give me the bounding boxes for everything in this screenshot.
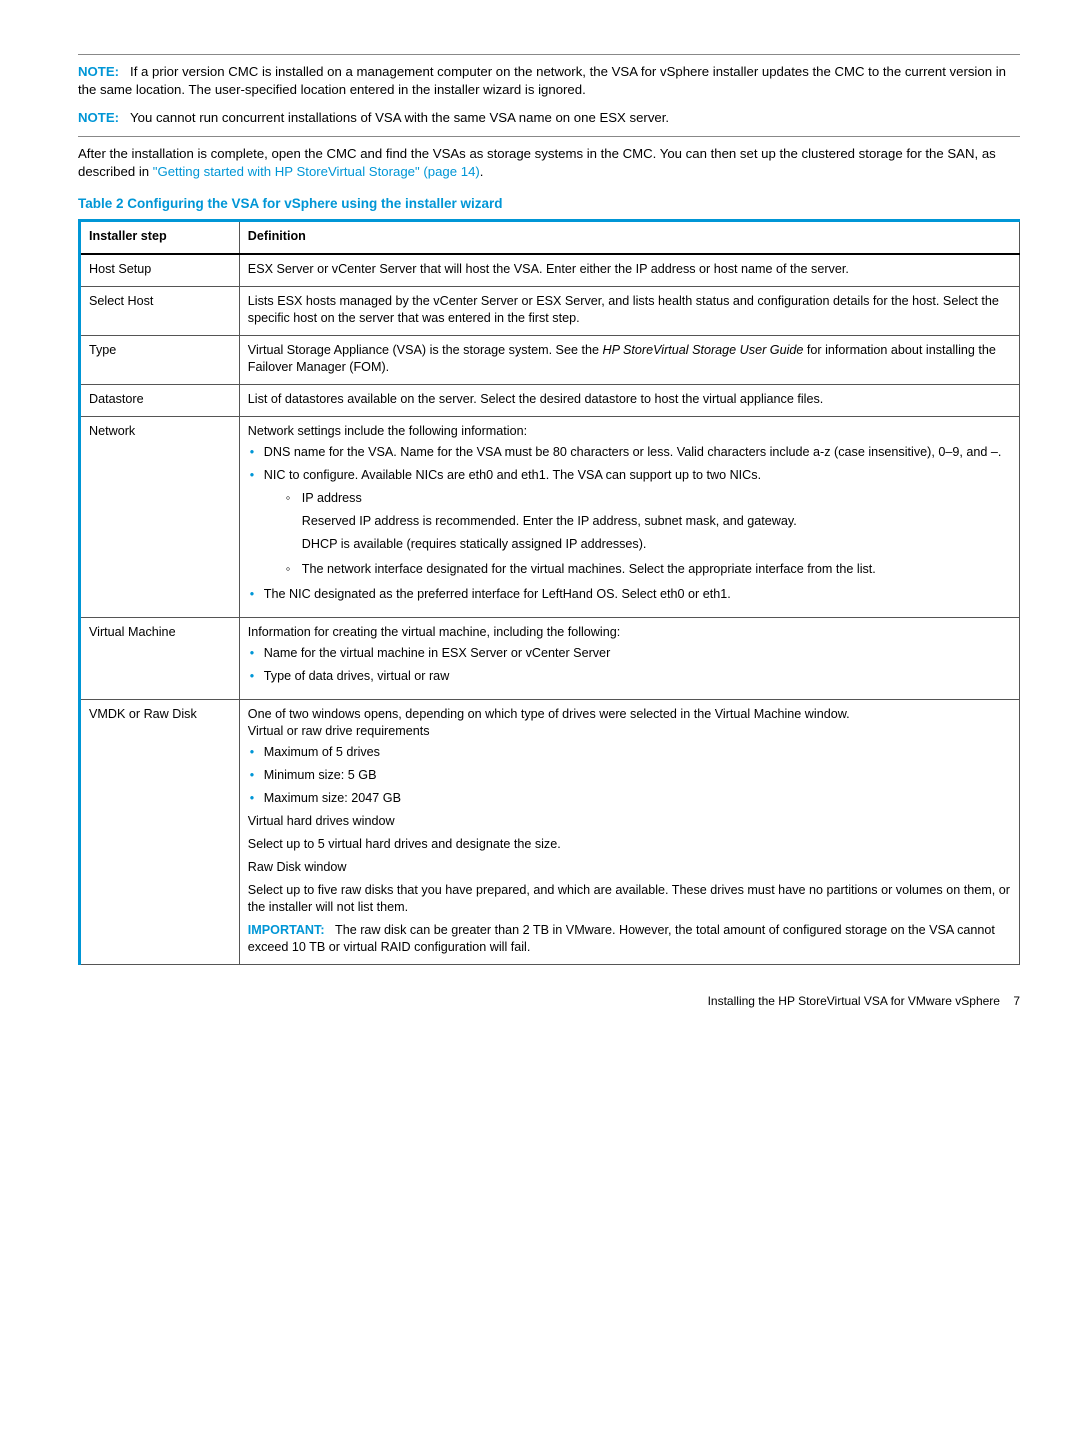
cell-def: Network settings include the following i… [239,417,1019,618]
cell-step: Select Host [80,287,240,336]
cell-def: One of two windows opens, depending on w… [239,700,1019,965]
intro-paragraph: After the installation is complete, open… [78,145,1020,181]
type-italic: HP StoreVirtual Storage User Guide [602,343,803,357]
cell-step: Host Setup [80,254,240,287]
cell-step: Virtual Machine [80,618,240,700]
rule-mid [78,136,1020,137]
network-bullets: DNS name for the VSA. Name for the VSA m… [248,444,1011,603]
cell-def: ESX Server or vCenter Server that will h… [239,254,1019,287]
intro-link[interactable]: "Getting started with HP StoreVirtual St… [153,164,480,179]
list-item: NIC to configure. Available NICs are eth… [248,467,1011,578]
vmdk-important: IMPORTANT: The raw disk can be greater t… [248,922,1011,956]
ip-address-label: IP address [302,491,362,505]
note-2-text: You cannot run concurrent installations … [130,110,669,125]
vm-bullets: Name for the virtual machine in ESX Serv… [248,645,1011,685]
network-lead: Network settings include the following i… [248,423,1011,440]
table-row: Network Network settings include the fol… [80,417,1020,618]
important-text: The raw disk can be greater than 2 TB in… [248,923,995,954]
note-2-label: NOTE: [78,110,119,125]
vmdk-bullets: Maximum of 5 drives Minimum size: 5 GB M… [248,744,1011,807]
table-caption: Table 2 Configuring the VSA for vSphere … [78,195,1020,213]
table-header-row: Installer step Definition [80,221,1020,255]
header-installer-step: Installer step [80,221,240,255]
table-row: Select Host Lists ESX hosts managed by t… [80,287,1020,336]
note-1: NOTE: If a prior version CMC is installe… [78,63,1020,99]
header-definition: Definition [239,221,1019,255]
note-1-text: If a prior version CMC is installed on a… [78,64,1006,97]
page-footer: Installing the HP StoreVirtual VSA for V… [78,993,1020,1009]
cell-def: Information for creating the virtual mac… [239,618,1019,700]
cell-step: Network [80,417,240,618]
footer-page: 7 [1013,994,1020,1008]
vm-lead: Information for creating the virtual mac… [248,624,1011,641]
ip-reserved: Reserved IP address is recommended. Ente… [302,513,1011,530]
note-1-label: NOTE: [78,64,119,79]
cell-def: Lists ESX hosts managed by the vCenter S… [239,287,1019,336]
list-item: DNS name for the VSA. Name for the VSA m… [248,444,1011,461]
table-row: VMDK or Raw Disk One of two windows open… [80,700,1020,965]
table-row: Type Virtual Storage Appliance (VSA) is … [80,336,1020,385]
table-row: Virtual Machine Information for creating… [80,618,1020,700]
cell-step: Type [80,336,240,385]
ip-dhcp: DHCP is available (requires statically a… [302,536,1011,553]
list-item: IP address Reserved IP address is recomm… [286,490,1011,553]
list-item: The network interface designated for the… [286,561,1011,578]
list-item: Type of data drives, virtual or raw [248,668,1011,685]
vmdk-sub3: Raw Disk window [248,859,1011,876]
cell-def: List of datastores available on the serv… [239,385,1019,417]
table-row: Host Setup ESX Server or vCenter Server … [80,254,1020,287]
list-item: Minimum size: 5 GB [248,767,1011,784]
intro-post: . [480,164,484,179]
config-table: Installer step Definition Host Setup ESX… [78,219,1020,965]
footer-text: Installing the HP StoreVirtual VSA for V… [708,994,1000,1008]
rule-top [78,54,1020,55]
important-label: IMPORTANT: [248,923,325,937]
vmdk-sub1: Virtual or raw drive requirements [248,723,1011,740]
list-item: Maximum size: 2047 GB [248,790,1011,807]
vmdk-sub2: Virtual hard drives window [248,813,1011,830]
note-2: NOTE: You cannot run concurrent installa… [78,109,1020,127]
type-pre: Virtual Storage Appliance (VSA) is the s… [248,343,603,357]
list-item: Name for the virtual machine in ESX Serv… [248,645,1011,662]
network-b2: NIC to configure. Available NICs are eth… [264,468,761,482]
cell-def: Virtual Storage Appliance (VSA) is the s… [239,336,1019,385]
cell-step: Datastore [80,385,240,417]
vmdk-p2: Select up to 5 virtual hard drives and d… [248,836,1011,853]
table-row: Datastore List of datastores available o… [80,385,1020,417]
list-item: Maximum of 5 drives [248,744,1011,761]
cell-step: VMDK or Raw Disk [80,700,240,965]
vmdk-lead: One of two windows opens, depending on w… [248,706,1011,723]
list-item: The NIC designated as the preferred inte… [248,586,1011,603]
network-sublist: IP address Reserved IP address is recomm… [286,490,1011,578]
vmdk-p3: Select up to five raw disks that you hav… [248,882,1011,916]
